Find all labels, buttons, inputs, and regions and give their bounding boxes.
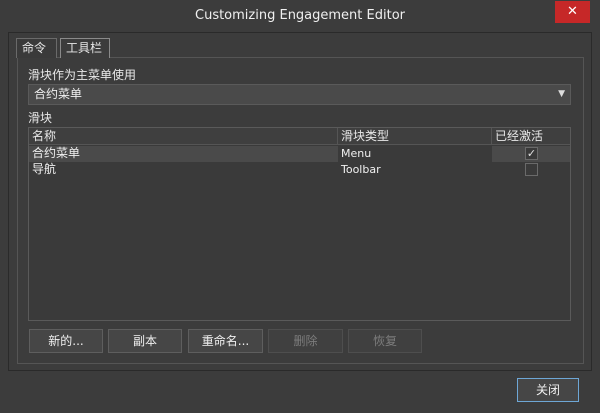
row-name: 导航 xyxy=(32,162,57,176)
close-button[interactable]: 关闭 xyxy=(517,378,579,402)
column-header-active[interactable]: 已经激活 xyxy=(492,128,570,145)
main-menu-select[interactable]: 合约菜单 ▼ xyxy=(28,84,571,105)
close-window-icon[interactable]: ✕ xyxy=(555,1,590,23)
copy-button[interactable]: 副本 xyxy=(108,329,182,353)
table-header: 名称 滑块类型 已经激活 xyxy=(29,128,570,145)
active-checkbox[interactable] xyxy=(525,163,538,176)
new-button[interactable]: 新的... xyxy=(29,329,103,353)
title-bar: Customizing Engagement Editor ✕ xyxy=(0,0,600,32)
active-checkbox[interactable]: ✓ xyxy=(525,147,538,160)
restore-button[interactable]: 恢复 xyxy=(348,329,422,353)
table-row[interactable]: 导航 Toolbar xyxy=(29,162,570,178)
sliders-table: 名称 滑块类型 已经激活 合约菜单 Menu ✓ 导航 Toolbar xyxy=(28,127,571,321)
rename-button[interactable]: 重命名... xyxy=(188,329,263,353)
tab-toolbars[interactable]: 工具栏 xyxy=(60,38,110,58)
row-type: Menu xyxy=(338,146,492,162)
row-type: Toolbar xyxy=(341,163,381,176)
row-name: 合约菜单 xyxy=(32,146,81,160)
dropdown-arrow-icon[interactable]: ▼ xyxy=(558,85,565,104)
main-menu-selected-value: 合约菜单 xyxy=(34,87,83,101)
tab-commands[interactable]: 命令 xyxy=(16,38,57,58)
column-header-name[interactable]: 名称 xyxy=(29,128,338,145)
table-row[interactable]: 合约菜单 Menu ✓ xyxy=(29,146,570,162)
column-header-type[interactable]: 滑块类型 xyxy=(338,128,492,145)
main-menu-label: 滑块作为主菜单使用 xyxy=(28,68,137,82)
sliders-label: 滑块 xyxy=(28,111,53,125)
delete-button[interactable]: 删除 xyxy=(268,329,343,353)
window-title: Customizing Engagement Editor xyxy=(195,8,405,23)
